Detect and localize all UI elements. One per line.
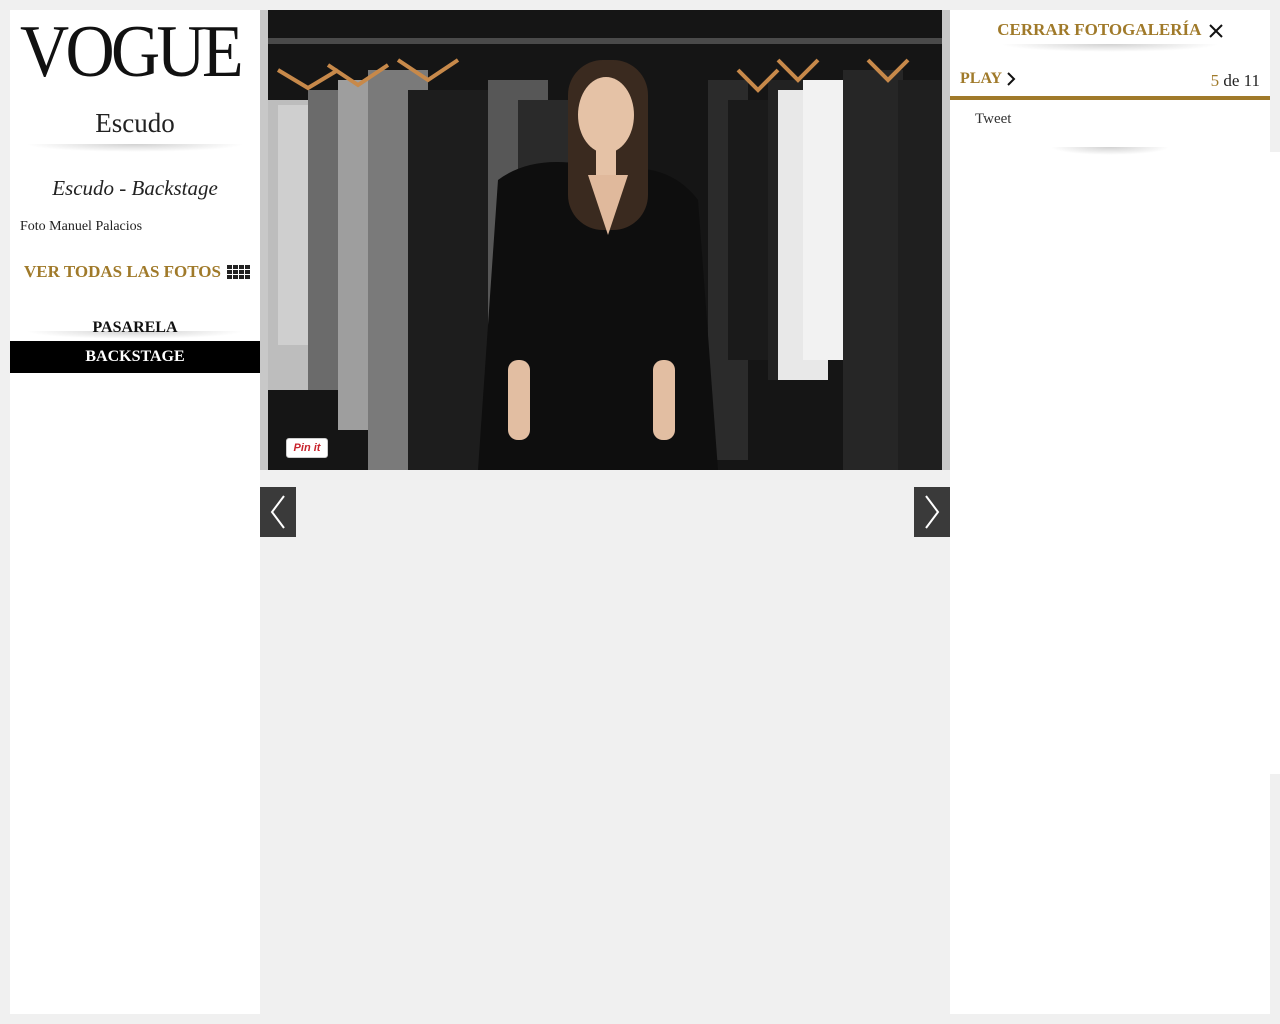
left-sidebar: VOGUE Escudo Escudo - Backstage Foto Man…: [10, 10, 260, 1014]
tab-pasarela[interactable]: PASARELA: [10, 312, 260, 344]
current-photo-number: 5: [1210, 71, 1220, 90]
gallery-title: Escudo - Backstage: [52, 176, 218, 200]
pin-it-button[interactable]: Pin it: [286, 438, 328, 458]
photo-counter: 5 de 11: [1211, 71, 1260, 91]
gallery-photo[interactable]: Pin it: [268, 10, 942, 470]
see-all-photos-link[interactable]: VER TODAS LAS FOTOS: [24, 262, 254, 282]
panel-edge: [1270, 152, 1280, 774]
chevron-right-icon: [925, 495, 940, 529]
divider: [1000, 44, 1220, 52]
see-all-label: VER TODAS LAS FOTOS: [24, 262, 221, 281]
chevron-right-icon: [1007, 72, 1016, 86]
next-photo-button[interactable]: [914, 487, 950, 537]
close-gallery-label: CERRAR FOTOGALERÍA: [997, 20, 1201, 39]
previous-photo-button[interactable]: [260, 487, 296, 537]
backstage-photo: [268, 10, 942, 470]
grid-icon: [227, 265, 250, 279]
accent-bar: [950, 96, 1270, 100]
right-panel: CERRAR FOTOGALERÍA PLAY 5 de 11 Tweet: [950, 10, 1270, 1014]
play-button[interactable]: PLAY: [960, 70, 1016, 88]
tweet-button[interactable]: Tweet: [975, 111, 1011, 128]
chevron-left-icon: [270, 495, 285, 529]
tab-backstage[interactable]: BACKSTAGE: [10, 341, 260, 373]
play-label: PLAY: [960, 70, 1003, 87]
vogue-logo[interactable]: VOGUE: [20, 15, 244, 89]
photo-frame: Pin it: [260, 10, 950, 470]
counter-separator: de: [1223, 71, 1240, 90]
total-photos: 11: [1243, 71, 1260, 90]
close-icon: [1209, 24, 1223, 38]
divider: [1050, 147, 1170, 155]
brand-name: Escudo: [95, 108, 175, 138]
photo-credit: Foto Manuel Palacios: [20, 219, 143, 234]
divider: [25, 144, 245, 152]
close-gallery-button[interactable]: CERRAR FOTOGALERÍA: [950, 20, 1270, 40]
